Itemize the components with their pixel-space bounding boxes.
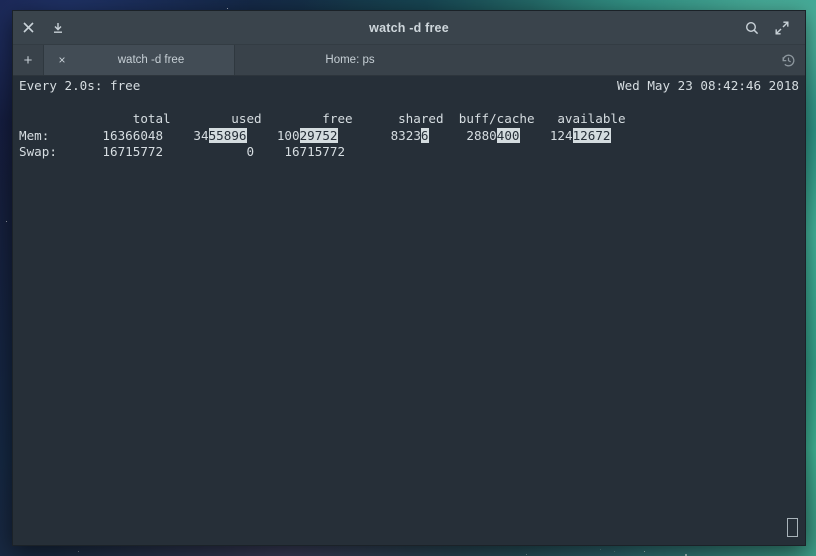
mem-free-value-changed: 29752	[299, 127, 338, 143]
tab-label: Home: ps	[325, 54, 375, 66]
terminal-screen[interactable]: Every 2.0s: free Wed May 23 08:42:46 201…	[13, 76, 805, 545]
tab-label: watch -d free	[117, 54, 185, 66]
new-tab-button[interactable]: +	[13, 45, 44, 75]
mem-buffcache-value-changed: 400	[496, 127, 520, 143]
free-column-headers: total used free shared buff/cache availa…	[19, 111, 626, 127]
mem-used-value-plain: 34	[163, 127, 209, 143]
tab-bar-spacer	[465, 45, 771, 75]
free-swap-row: Swap: 16715772 0 16715772	[19, 144, 346, 160]
mem-shared-value-plain: 8323	[337, 127, 421, 143]
mem-free-value-plain: 100	[246, 127, 300, 143]
title-bar[interactable]: watch -d free	[13, 11, 805, 45]
mem-buffcache-value-plain: 2880	[428, 127, 497, 143]
mem-shared-value-changed: 6	[420, 127, 429, 143]
watch-interval-and-command: Every 2.0s: free	[19, 78, 141, 93]
watch-timestamp: Wed May 23 08:42:46 2018	[617, 78, 799, 93]
block-cursor	[787, 518, 798, 537]
minimize-down-icon[interactable]	[43, 11, 73, 44]
mem-available-value-changed: 12672	[572, 127, 611, 143]
desktop-wallpaper: watch -d free + × watch -d free Home: ps…	[0, 0, 816, 556]
watch-header-line: Every 2.0s: free Wed May 23 08:42:46 201…	[13, 78, 805, 95]
mem-used-value-changed: 55896	[208, 127, 247, 143]
tab-bar: + × watch -d free Home: ps	[13, 45, 805, 76]
tab-close-icon[interactable]: ×	[54, 53, 70, 67]
mem-available-value-plain: 124	[519, 127, 573, 143]
tab-watch-d-free[interactable]: × watch -d free	[44, 45, 235, 75]
terminal-window: watch -d free + × watch -d free Home: ps…	[12, 10, 806, 546]
maximize-icon[interactable]	[767, 11, 797, 44]
title-bar-actions	[737, 11, 805, 44]
mem-label: Mem:	[19, 127, 73, 143]
free-mem-row: Mem: 16366048 3455896 10029752 83236 288…	[13, 127, 805, 145]
mem-total-value: 16366048	[72, 127, 164, 143]
search-icon[interactable]	[737, 11, 767, 44]
tab-home-ps[interactable]: Home: ps	[235, 45, 465, 75]
window-title: watch -d free	[369, 20, 449, 35]
history-icon[interactable]	[771, 45, 805, 75]
close-icon[interactable]	[13, 11, 43, 44]
